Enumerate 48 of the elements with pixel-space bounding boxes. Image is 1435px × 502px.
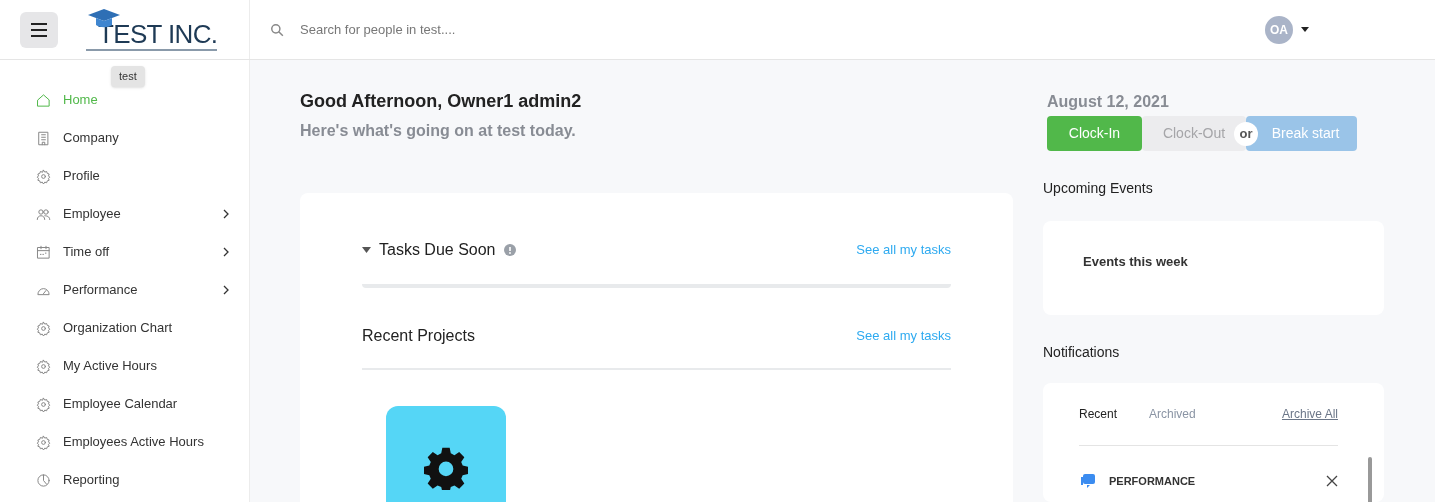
caret-icon[interactable] bbox=[1301, 27, 1309, 32]
section-title: Tasks Due Soon bbox=[379, 240, 496, 260]
gear-icon bbox=[36, 358, 51, 374]
search-icon bbox=[270, 22, 284, 37]
events-subtitle: Events this week bbox=[1083, 254, 1188, 269]
logo[interactable]: TEST INC. bbox=[86, 8, 218, 51]
sidebar-item[interactable]: Organization Chart bbox=[36, 309, 229, 347]
sidebar-item[interactable]: Employee bbox=[36, 195, 229, 233]
gear-icon bbox=[36, 434, 51, 450]
sidebar-item[interactable]: Company bbox=[36, 119, 229, 157]
sidebar-item[interactable]: Reporting bbox=[36, 461, 229, 499]
gear-icon bbox=[36, 320, 51, 336]
scrollbar[interactable] bbox=[1368, 457, 1372, 502]
chevron-right-icon bbox=[223, 209, 229, 219]
menu-icon bbox=[30, 22, 48, 37]
greeting-subtitle: Here's what's going on at test today. bbox=[300, 121, 577, 141]
sidebar-item[interactable]: Employees Active Hours bbox=[36, 423, 229, 461]
sidebar-item[interactable]: Profile bbox=[36, 157, 229, 195]
greeting-title: Good Afternoon, Owner1 admin2 bbox=[300, 90, 583, 113]
tooltip: test bbox=[111, 66, 145, 87]
gear-icon bbox=[36, 396, 51, 412]
sidebar-item[interactable]: Performance bbox=[36, 271, 229, 309]
date-label: August 12, 2021 bbox=[1046, 92, 1170, 112]
chevron-right-icon bbox=[223, 285, 229, 295]
panel-title: Notifications bbox=[1043, 343, 1121, 362]
close-icon[interactable] bbox=[1326, 475, 1338, 487]
info-icon bbox=[503, 244, 516, 256]
sidebar-item[interactable]: Employee Calendar bbox=[36, 385, 229, 423]
calendar-icon bbox=[36, 244, 51, 260]
search-field[interactable]: Search for people in test.... bbox=[300, 19, 700, 40]
building-icon bbox=[36, 130, 51, 146]
project-tile[interactable] bbox=[386, 406, 506, 502]
gear-icon bbox=[36, 168, 51, 184]
caret-icon[interactable] bbox=[362, 247, 371, 253]
sidebar-item[interactable]: My Active Hours bbox=[36, 347, 229, 385]
chat-icon bbox=[1079, 472, 1097, 490]
archive-all-link[interactable]: Archive All bbox=[1281, 405, 1338, 423]
gear-icon bbox=[424, 446, 468, 490]
home-icon bbox=[36, 92, 51, 108]
menu-button[interactable] bbox=[20, 11, 58, 48]
chevron-right-icon bbox=[223, 247, 229, 257]
notification-label: PERFORMANCE bbox=[1109, 473, 1197, 489]
notification-tab[interactable]: Recent bbox=[1079, 405, 1118, 423]
clock-icon bbox=[36, 472, 51, 488]
panel-title: Upcoming Events bbox=[1043, 179, 1154, 198]
section-title: Recent Projects bbox=[362, 326, 475, 346]
sidebar-item[interactable]: Time off bbox=[36, 233, 229, 271]
people-icon bbox=[36, 206, 51, 222]
